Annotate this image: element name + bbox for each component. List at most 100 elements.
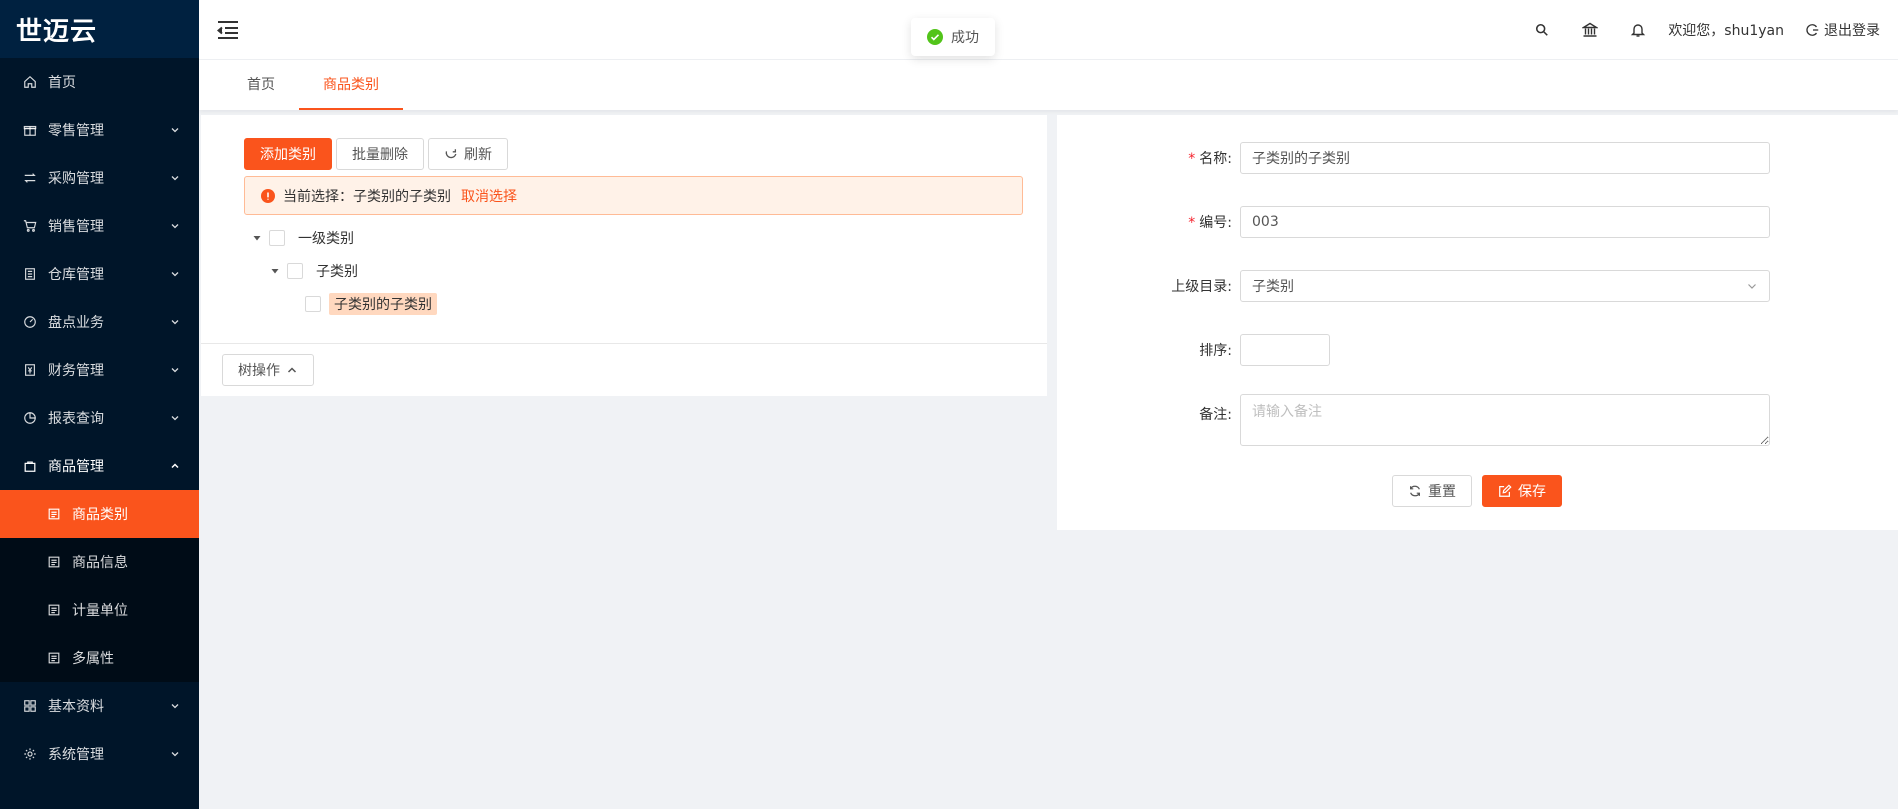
parent-select-value: 子类别 — [1252, 279, 1294, 295]
setting-icon — [22, 746, 38, 762]
sidebar-item-products[interactable]: 商品管理 — [0, 442, 199, 490]
cancel-selection-link[interactable]: 取消选择 — [461, 186, 517, 206]
check-circle-icon — [927, 29, 943, 45]
sidebar-item-label: 商品信息 — [72, 555, 128, 571]
sync-icon — [1408, 484, 1422, 498]
tree-node: 子类别的子类别 — [251, 287, 437, 320]
batch-delete-button[interactable]: 批量删除 — [336, 138, 424, 170]
remark-textarea[interactable] — [1240, 394, 1770, 446]
sidebar-item-system[interactable]: 系统管理 — [0, 730, 199, 778]
app-logo[interactable]: 世迈云 — [0, 0, 199, 58]
tab-home[interactable]: 首页 — [223, 60, 299, 110]
file-text-icon — [46, 506, 62, 522]
name-label: * 名称: — [1188, 151, 1232, 167]
logout-button[interactable]: 退出登录 — [1806, 20, 1880, 40]
sidebar-item-reports[interactable]: 报表查询 — [0, 394, 199, 442]
save-label: 保存 — [1518, 484, 1546, 500]
parent-label: 上级目录: — [1171, 279, 1232, 295]
add-category-button[interactable]: 添加类别 — [244, 138, 332, 170]
gift-icon — [22, 122, 38, 138]
sidebar-subitem-unit[interactable]: 计量单位 — [0, 586, 199, 634]
tree-operation-button[interactable]: 树操作 — [222, 354, 314, 386]
dashboard-icon — [22, 314, 38, 330]
chevron-down-icon — [169, 364, 181, 376]
caret-down-icon[interactable] — [251, 232, 263, 244]
sidebar-item-home[interactable]: 首页 — [0, 58, 199, 106]
toast-message: 成功 — [951, 30, 979, 46]
sidebar-item-label: 商品类别 — [72, 507, 128, 523]
chevron-down-icon — [169, 268, 181, 280]
refresh-button[interactable]: 刷新 — [428, 138, 508, 170]
category-form-panel: * 名称: 子类别的子类别 * 编号: 003 上级目录: 子类别 排序: 备注: — [1057, 115, 1898, 530]
menu-fold-icon[interactable] — [217, 20, 239, 40]
bell-icon[interactable] — [1614, 10, 1662, 50]
sidebar-item-warehouse[interactable]: 仓库管理 — [0, 250, 199, 298]
sidebar-subitem-multi-attr[interactable]: 多属性 — [0, 634, 199, 682]
tree-node-title[interactable]: 子类别的子类别 — [329, 292, 437, 315]
selection-alert: 当前选择：子类别的子类别 取消选择 — [244, 176, 1023, 215]
tab-product-category[interactable]: 商品类别 — [299, 60, 403, 110]
sidebar-item-label: 报表查询 — [48, 411, 104, 427]
tree-node-checkbox[interactable] — [269, 229, 285, 246]
chevron-down-icon — [169, 748, 181, 760]
bank-icon[interactable] — [1566, 10, 1614, 50]
search-icon[interactable] — [1518, 10, 1566, 50]
file-text-icon — [46, 602, 62, 618]
form-row-remark: 备注: — [1057, 394, 1770, 446]
remark-label: 备注: — [1199, 407, 1232, 423]
welcome-user[interactable]: 欢迎您，shu1yan — [1668, 20, 1784, 40]
shopping-bag-icon — [22, 458, 38, 474]
product-submenu: 商品类别 商品信息 计量单位 多属性 — [0, 490, 199, 682]
sidebar: 世迈云 首页 零售管理 采购管理 销售管理 仓库管理 盘点业务 财务管理 报表查… — [0, 0, 199, 809]
info-circle-icon — [261, 188, 275, 203]
name-input[interactable]: 子类别的子类别 — [1240, 142, 1770, 174]
sort-input[interactable] — [1240, 334, 1330, 366]
tree-node-checkbox[interactable] — [287, 262, 303, 279]
sidebar-item-label: 盘点业务 — [48, 315, 104, 331]
edit-icon — [1498, 484, 1512, 498]
code-input[interactable]: 003 — [1240, 206, 1770, 238]
sidebar-menu: 首页 零售管理 采购管理 销售管理 仓库管理 盘点业务 财务管理 报表查询 商品… — [0, 58, 199, 778]
sidebar-item-label: 商品管理 — [48, 459, 104, 475]
page-tabs: 首页 商品类别 — [199, 60, 1898, 110]
required-mark: * — [1188, 151, 1196, 167]
sidebar-item-retail[interactable]: 零售管理 — [0, 106, 199, 154]
refresh-label: 刷新 — [464, 147, 492, 163]
form-row-code: * 编号: 003 — [1057, 206, 1770, 238]
home-icon — [22, 74, 38, 90]
chevron-up-icon — [169, 460, 181, 472]
tree-node-title[interactable]: 子类别 — [311, 260, 363, 282]
required-mark: * — [1188, 215, 1196, 231]
sidebar-subitem-product-info[interactable]: 商品信息 — [0, 538, 199, 586]
tree-node-title[interactable]: 一级类别 — [293, 227, 359, 249]
sidebar-item-finance[interactable]: 财务管理 — [0, 346, 199, 394]
header-left — [217, 20, 239, 40]
sidebar-item-label: 仓库管理 — [48, 267, 104, 283]
swap-icon — [22, 170, 38, 186]
warehouse-icon — [22, 266, 38, 282]
reset-button[interactable]: 重置 — [1392, 475, 1472, 507]
tree-operation-label: 树操作 — [238, 363, 280, 379]
sidebar-subitem-product-category[interactable]: 商品类别 — [0, 490, 199, 538]
tree-node-checkbox[interactable] — [305, 295, 321, 312]
sidebar-item-basic-data[interactable]: 基本资料 — [0, 682, 199, 730]
chevron-down-icon — [1746, 280, 1758, 292]
file-text-icon — [46, 554, 62, 570]
tree-node: 子类别 — [251, 254, 437, 287]
save-button[interactable]: 保存 — [1482, 475, 1562, 507]
tree-footer: 树操作 — [201, 343, 1047, 396]
cart-icon — [22, 218, 38, 234]
alert-text: 当前选择：子类别的子类别 — [283, 188, 451, 205]
sidebar-item-purchase[interactable]: 采购管理 — [0, 154, 199, 202]
sidebar-item-label: 计量单位 — [72, 603, 128, 619]
sidebar-item-label: 采购管理 — [48, 171, 104, 187]
file-text-icon — [46, 650, 62, 666]
pie-chart-icon — [22, 410, 38, 426]
reset-label: 重置 — [1428, 484, 1456, 500]
parent-select[interactable]: 子类别 — [1240, 270, 1770, 302]
sidebar-item-inventory[interactable]: 盘点业务 — [0, 298, 199, 346]
sidebar-item-sales[interactable]: 销售管理 — [0, 202, 199, 250]
sidebar-item-label: 首页 — [48, 75, 76, 91]
caret-down-icon[interactable] — [269, 265, 281, 277]
